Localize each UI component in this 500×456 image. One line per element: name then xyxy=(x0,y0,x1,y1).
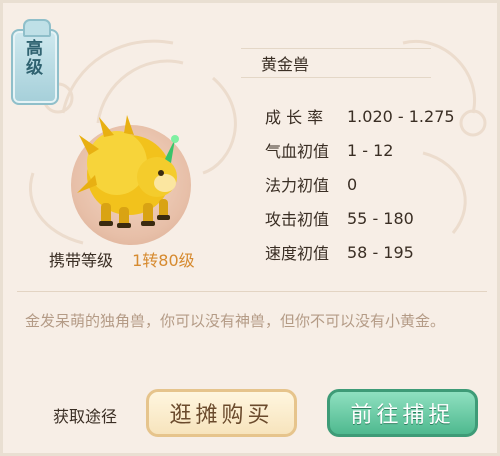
pet-info-panel: 高级 黄金兽 携带等级 1转80级 成 长 率 1.020 - 1.275 气血… xyxy=(0,0,500,456)
market-buy-button[interactable]: 逛摊购买 xyxy=(146,389,297,437)
attribute-row-growth: 成 长 率 1.020 - 1.275 xyxy=(265,99,455,133)
tier-badge: 高级 xyxy=(11,19,59,105)
attribute-value: 0 xyxy=(347,174,358,194)
attribute-row-mp: 法力初值 0 xyxy=(265,167,455,201)
tier-label: 高级 xyxy=(22,39,42,77)
pet-name: 黄金兽 xyxy=(261,55,310,74)
attribute-label: 成 长 率 xyxy=(265,108,324,127)
golden-beast-pet-icon xyxy=(77,115,179,228)
attribute-value: 55 - 180 xyxy=(347,208,414,228)
attribute-value: 1 - 12 xyxy=(347,140,394,160)
attribute-row-attack: 攻击初值 55 - 180 xyxy=(265,201,455,235)
badge-knot-icon xyxy=(23,19,51,37)
carry-level-value: 1转80级 xyxy=(132,251,195,270)
section-divider xyxy=(17,291,487,292)
carry-level-label: 携带等级 xyxy=(49,251,114,270)
obtain-method-label: 获取途径 xyxy=(53,407,118,426)
pet-description: 金发呆萌的独角兽，你可以没有神兽，但你不可以没有小黄金。 xyxy=(25,312,446,330)
attribute-label: 攻击初值 xyxy=(265,210,330,229)
carry-level-row: 携带等级 1转80级 xyxy=(49,247,195,271)
attribute-label: 法力初值 xyxy=(265,176,330,195)
attribute-row-speed: 速度初值 58 - 195 xyxy=(265,235,455,269)
attribute-row-hp: 气血初值 1 - 12 xyxy=(265,133,455,167)
attribute-label: 气血初值 xyxy=(265,142,330,161)
attribute-label: 速度初值 xyxy=(265,244,330,263)
attribute-value: 1.020 - 1.275 xyxy=(347,106,455,126)
attribute-value: 58 - 195 xyxy=(347,242,414,262)
attribute-table: 成 长 率 1.020 - 1.275 气血初值 1 - 12 法力初值 0 攻… xyxy=(265,99,455,269)
go-capture-button[interactable]: 前往捕捉 xyxy=(327,389,478,437)
